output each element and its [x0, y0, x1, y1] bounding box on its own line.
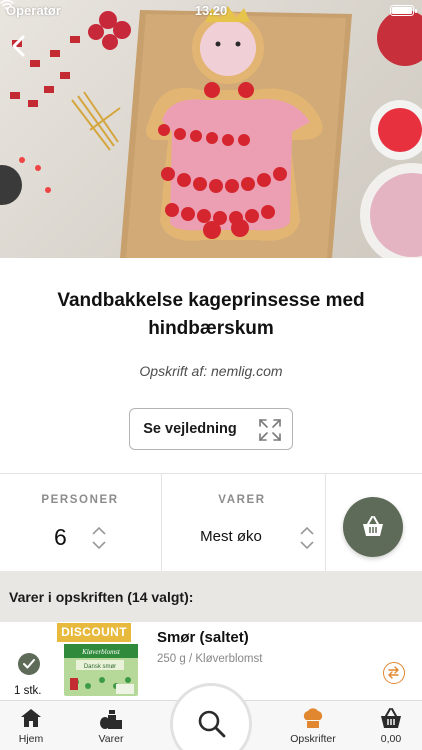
discount-badge: DISCOUNT [57, 623, 131, 642]
status-bar: Operatør 13.20 [0, 0, 422, 22]
tab-hjem[interactable]: Hjem [0, 701, 62, 750]
tab-varer[interactable]: Varer [80, 701, 142, 750]
cake-photo [0, 6, 422, 258]
swap-icon [388, 666, 399, 679]
chef-hat-icon [303, 708, 323, 728]
recipe-author: Opskrift af: nemlig.com [139, 363, 283, 379]
ingredients-header: Varer i opskriften (14 valgt): [0, 571, 422, 622]
varer-value[interactable]: Mest øko [176, 528, 286, 545]
status-time: 13.20 [194, 3, 228, 18]
back-button[interactable] [8, 33, 30, 59]
persons-label: PERSONER [41, 494, 119, 506]
recipe-selector-row: PERSONER 6 VARER Mest øko [0, 473, 422, 572]
guide-button-label: Se vejledning [143, 421, 237, 437]
varer-previous-button[interactable] [300, 526, 314, 535]
tab-basket[interactable]: 0,00 [360, 701, 422, 750]
product-name: Smør (saltet) [157, 629, 249, 646]
persons-value: 6 [54, 524, 67, 550]
ingredients-header-text: Varer i opskriften (14 valgt): [9, 589, 194, 605]
swap-product-button[interactable] [383, 662, 405, 684]
varer-label: VARER [218, 494, 266, 506]
persons-decrease-button[interactable] [92, 541, 106, 550]
basket-icon [363, 516, 383, 536]
recipe-hero-image: Operatør 13.20 [0, 0, 422, 258]
tab-label: Hjem [18, 733, 44, 745]
recipe-title: Vandbakkelse kageprinsesse med hindbærsk… [20, 287, 402, 343]
chevron-left-icon [12, 35, 25, 57]
groceries-icon [100, 710, 122, 729]
home-icon [21, 709, 41, 727]
expand-icon [259, 419, 281, 441]
persons-increase-button[interactable] [92, 526, 106, 535]
product-detail: 250 g / Kløverblomst [157, 653, 263, 665]
recipe-title-line-2: hindbærskum [148, 318, 274, 339]
search-icon [198, 710, 226, 738]
add-to-basket-button[interactable] [343, 497, 403, 557]
selected-checkbox[interactable] [18, 653, 40, 675]
package-brand-text: Kløverblomst [81, 648, 121, 656]
basket-total: 0,00 [380, 733, 402, 745]
recipe-title-line-1: Vandbakkelse kageprinsesse med [57, 290, 365, 311]
basket-icon [381, 708, 401, 728]
tab-opskrifter[interactable]: Opskrifter [282, 701, 344, 750]
check-icon [23, 659, 35, 669]
battery-icon [390, 5, 417, 16]
divider [161, 474, 162, 572]
package-text: Dansk smør [84, 664, 116, 670]
varer-next-button[interactable] [300, 541, 314, 550]
quantity-text: 1 stk. [14, 685, 42, 697]
tab-label: Opskrifter [290, 733, 336, 745]
guide-button[interactable]: Se vejledning [129, 408, 293, 450]
tab-label: Varer [98, 733, 124, 745]
divider [325, 474, 326, 572]
